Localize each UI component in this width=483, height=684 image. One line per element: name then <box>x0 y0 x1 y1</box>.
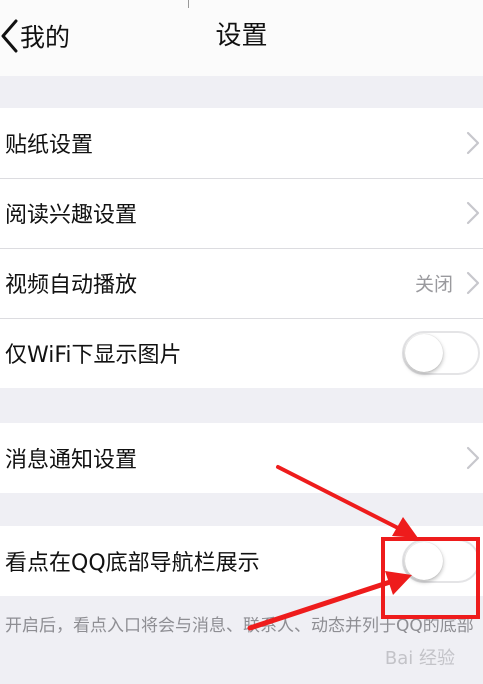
watermark: Bai 经验 <box>384 648 455 669</box>
highlight-box <box>381 537 480 619</box>
